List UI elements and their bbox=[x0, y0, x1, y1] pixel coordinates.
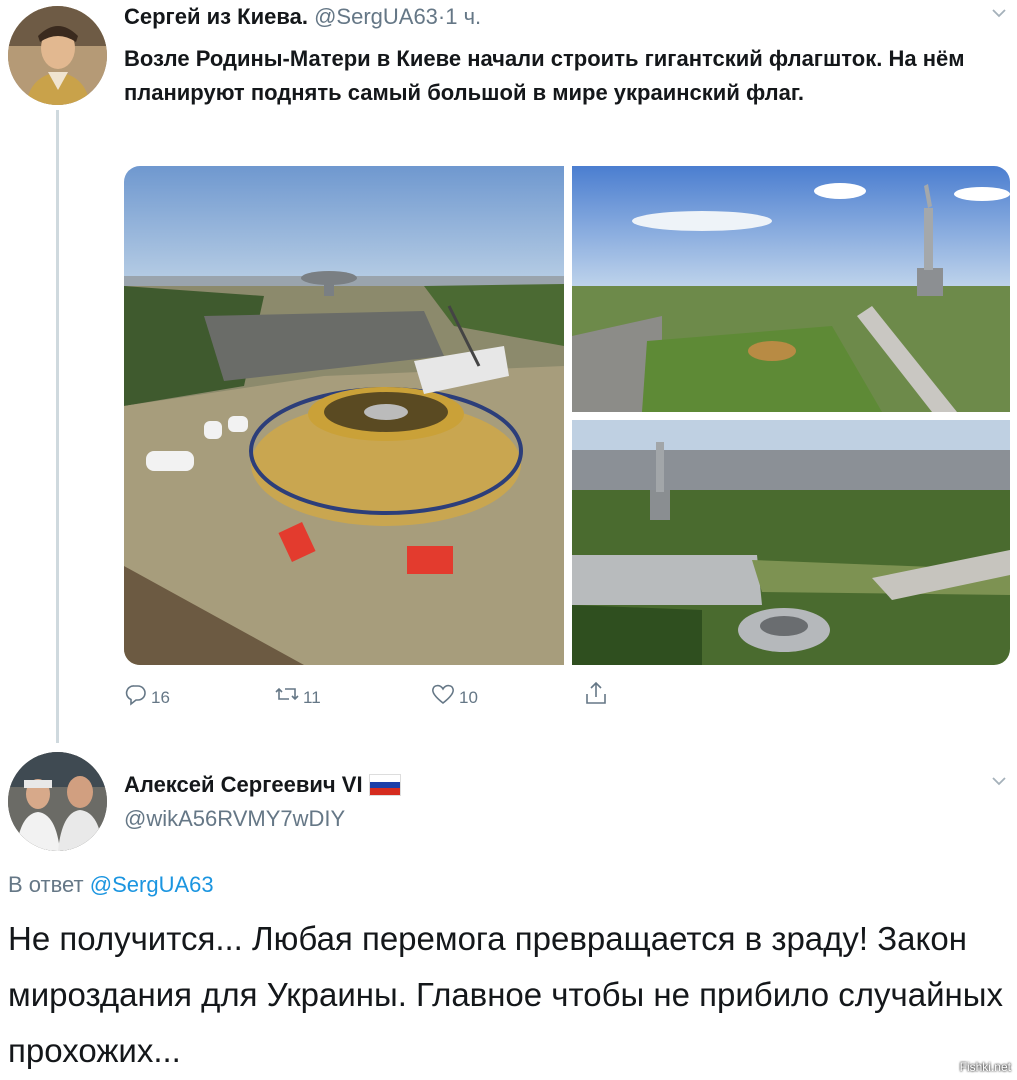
watermark: Fishki.net bbox=[959, 1060, 1011, 1074]
like-button[interactable]: 10 bbox=[430, 680, 478, 708]
reply-icon bbox=[124, 682, 148, 706]
share-button[interactable] bbox=[584, 680, 608, 706]
avatar[interactable] bbox=[8, 752, 107, 851]
tweet-actions: 16 11 10 bbox=[124, 680, 624, 710]
photo-memorial-aerial[interactable] bbox=[572, 420, 1010, 665]
author-name[interactable]: Сергей из Киева. bbox=[124, 4, 308, 29]
retweet-count: 11 bbox=[303, 688, 321, 707]
media-grid bbox=[124, 166, 1010, 665]
author-header: Алексей Сергеевич VI bbox=[124, 772, 401, 798]
chevron-down-icon[interactable] bbox=[990, 4, 1008, 27]
timestamp[interactable]: 1 ч. bbox=[445, 4, 481, 29]
tweet-text: Возле Родины-Матери в Киеве начали строи… bbox=[124, 46, 965, 105]
reply-button[interactable]: 16 bbox=[124, 680, 170, 708]
reply-prefix: В ответ bbox=[8, 872, 84, 897]
thread-line bbox=[56, 110, 59, 743]
author-handle[interactable]: @wikA56RVMY7wDIY bbox=[124, 806, 345, 832]
retweet-button[interactable]: 11 bbox=[274, 680, 321, 708]
avatar[interactable] bbox=[8, 6, 107, 105]
photo-construction-site[interactable] bbox=[124, 166, 564, 665]
author-header: Сергей из Киева. @SergUA63·1 ч. bbox=[124, 4, 481, 30]
like-count: 10 bbox=[459, 688, 478, 707]
chevron-down-icon[interactable] bbox=[990, 772, 1008, 795]
author-name[interactable]: Алексей Сергеевич VI bbox=[124, 772, 363, 798]
author-handle[interactable]: @SergUA63 bbox=[314, 4, 438, 29]
like-icon bbox=[430, 682, 456, 706]
reply-context: В ответ @SergUA63 bbox=[8, 872, 214, 898]
photo-motherland-monument[interactable] bbox=[572, 166, 1010, 412]
reply-to-link[interactable]: @SergUA63 bbox=[90, 872, 214, 897]
reply-count: 16 bbox=[151, 688, 170, 707]
retweet-icon bbox=[274, 682, 300, 706]
tweet-text: Не получится... Любая перемога превращае… bbox=[8, 920, 1003, 1069]
share-icon bbox=[584, 680, 608, 706]
russia-flag-icon bbox=[368, 774, 401, 796]
